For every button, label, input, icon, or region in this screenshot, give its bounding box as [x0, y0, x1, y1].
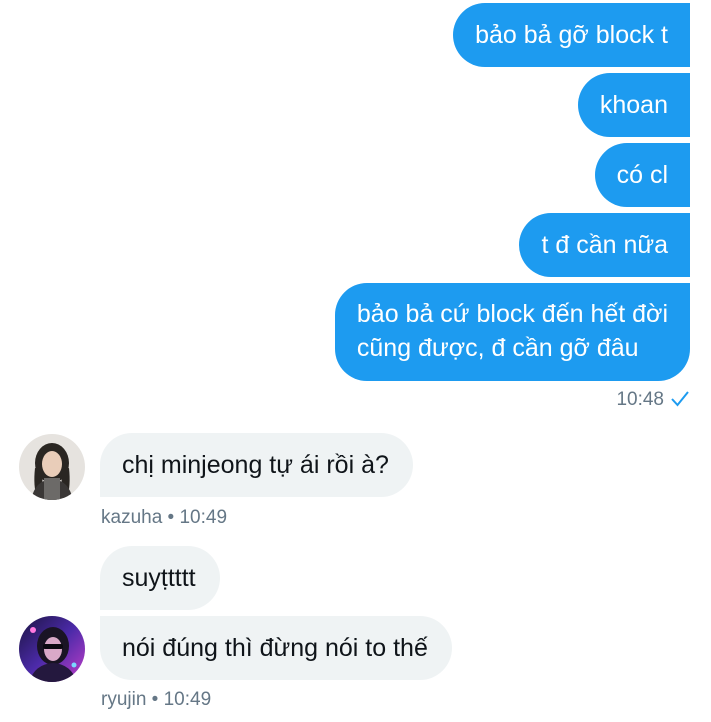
received-message[interactable]: suyṭtttt: [100, 546, 220, 610]
received-message[interactable]: chị minjeong tự ái rồi à?: [100, 433, 413, 497]
sent-timestamp-row: 10:48: [616, 389, 690, 411]
sent-timestamp: 10:48: [616, 389, 664, 410]
kazuha-meta: kazuha • 10:49: [101, 507, 228, 528]
sent-message[interactable]: t đ cần nữa: [519, 213, 690, 277]
sent-message[interactable]: bảo bả cứ block đến hết đời cũng được, đ…: [334, 283, 690, 381]
check-icon: [671, 391, 689, 407]
kazuha-photo: [19, 434, 85, 500]
sent-message[interactable]: bảo bả gỡ block t: [453, 3, 690, 67]
ryujin-photo: [19, 616, 85, 682]
sent-message[interactable]: có cl: [594, 143, 690, 207]
sent-message[interactable]: khoan: [577, 73, 690, 137]
avatar-ryujin[interactable]: [19, 616, 85, 682]
avatar-kazuha[interactable]: [19, 434, 85, 500]
received-message[interactable]: nói đúng thì đừng nói to thế: [100, 616, 452, 680]
ryujin-meta: ryujin • 10:49: [101, 689, 212, 710]
